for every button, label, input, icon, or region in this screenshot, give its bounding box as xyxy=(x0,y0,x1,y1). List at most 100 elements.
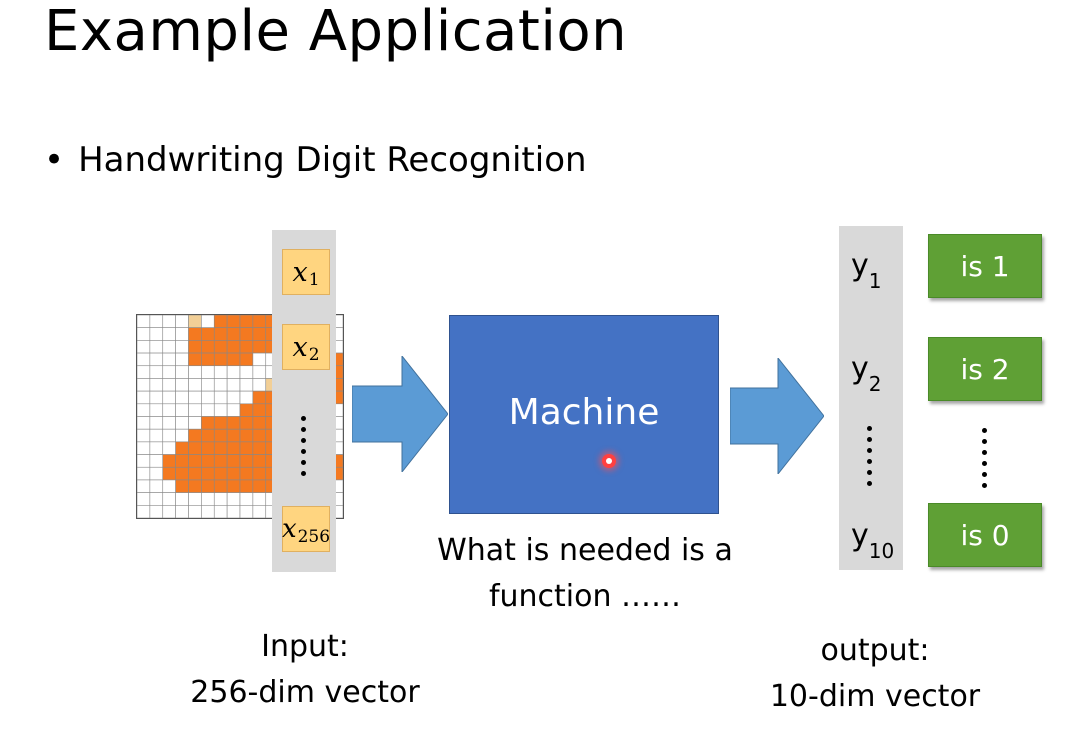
output-label-y2: y2 xyxy=(851,351,882,396)
input-vector-column: x1 x2 x 256 xyxy=(272,230,336,572)
pixel-cell xyxy=(137,428,151,443)
pixel-cell xyxy=(252,428,267,443)
pixel-cell xyxy=(137,505,151,518)
pixel-cell xyxy=(175,466,189,481)
pixel-cell xyxy=(213,327,228,341)
input-cell-x256: x 256 xyxy=(282,506,330,552)
machine-label: Machine xyxy=(508,392,660,433)
pixel-cell xyxy=(239,492,254,506)
pixel-cell xyxy=(213,403,228,417)
pixel-cell xyxy=(226,378,241,392)
pixel-cell xyxy=(239,403,254,417)
pixel-cell xyxy=(252,352,267,367)
pixel-cell xyxy=(252,492,267,506)
pixel-cell xyxy=(226,428,241,443)
pixel-cell xyxy=(252,340,267,354)
pixel-cell xyxy=(162,492,176,506)
pixel-cell xyxy=(226,365,241,379)
input-caption-line1: Input: xyxy=(261,629,349,664)
pixel-cell xyxy=(252,466,267,481)
pixel-cell xyxy=(188,327,202,341)
pixel-cell xyxy=(188,390,202,405)
input-var: x xyxy=(292,256,308,288)
pixel-cell xyxy=(137,365,151,379)
output-var: y xyxy=(851,248,869,283)
pixel-cell xyxy=(175,492,189,506)
pixel-cell xyxy=(162,378,176,392)
output-sub: 2 xyxy=(868,372,882,396)
pixel-cell xyxy=(188,340,202,354)
pixel-cell xyxy=(188,441,202,455)
pointer-cursor-icon xyxy=(602,454,616,468)
pixel-cell xyxy=(188,365,202,379)
output-vector-column: y1 y2 y10 xyxy=(839,226,903,570)
pixel-cell xyxy=(162,365,176,379)
pixel-cell xyxy=(239,505,254,518)
bullet-point: • Handwriting Digit Recognition xyxy=(44,136,587,184)
pixel-cell xyxy=(188,315,202,328)
machine-caption: What is needed is a function …… xyxy=(410,528,760,620)
pixel-cell xyxy=(201,454,215,468)
output-var: y xyxy=(851,351,869,386)
output-caption-line2: 10-dim vector xyxy=(769,679,981,714)
result-ellipsis xyxy=(982,428,988,494)
pixel-cell xyxy=(162,466,176,481)
pixel-cell xyxy=(175,454,189,468)
pixel-cell xyxy=(188,492,202,506)
input-var: x xyxy=(292,331,308,363)
pixel-cell xyxy=(188,352,202,367)
arrow-right-icon-output xyxy=(730,358,824,474)
pixel-cell xyxy=(239,441,254,455)
pixel-cell xyxy=(252,454,267,468)
pixel-cell xyxy=(149,505,164,518)
pixel-cell xyxy=(201,390,215,405)
pixel-cell xyxy=(252,327,267,341)
pixel-cell xyxy=(149,315,164,328)
pixel-cell xyxy=(201,479,215,493)
input-sub: 1 xyxy=(308,270,320,290)
pixel-cell xyxy=(226,505,241,518)
result-box-2: is 2 xyxy=(928,337,1042,401)
pixel-cell xyxy=(162,340,176,354)
input-var: x xyxy=(281,514,297,544)
pixel-cell xyxy=(201,505,215,518)
pixel-cell xyxy=(149,327,164,341)
pixel-cell xyxy=(201,365,215,379)
output-sub: 1 xyxy=(868,269,882,293)
output-sub: 10 xyxy=(868,539,895,563)
pixel-cell xyxy=(137,340,151,354)
pixel-cell xyxy=(252,505,267,518)
pixel-cell xyxy=(175,327,189,341)
pixel-cell xyxy=(201,466,215,481)
pixel-cell xyxy=(162,505,176,518)
pixel-cell xyxy=(226,315,241,328)
pixel-cell xyxy=(213,441,228,455)
pixel-cell xyxy=(201,416,215,430)
pixel-cell xyxy=(137,466,151,481)
input-cell-x2: x2 xyxy=(282,324,330,370)
pixel-cell xyxy=(149,365,164,379)
pixel-cell xyxy=(239,315,254,328)
pixel-cell xyxy=(239,327,254,341)
pixel-cell xyxy=(226,466,241,481)
pixel-cell xyxy=(175,441,189,455)
pixel-cell xyxy=(226,340,241,354)
pixel-cell xyxy=(201,327,215,341)
pixel-cell xyxy=(137,454,151,468)
pixel-cell xyxy=(213,505,228,518)
pixel-cell xyxy=(137,403,151,417)
pixel-cell xyxy=(252,441,267,455)
pixel-cell xyxy=(137,416,151,430)
result-box-0: is 0 xyxy=(928,503,1042,567)
input-sub: 256 xyxy=(297,527,331,547)
pixel-cell xyxy=(252,416,267,430)
pixel-cell xyxy=(201,352,215,367)
pixel-cell xyxy=(201,441,215,455)
pixel-cell xyxy=(175,428,189,443)
pixel-cell xyxy=(213,454,228,468)
pixel-cell xyxy=(175,416,189,430)
pixel-cell xyxy=(162,454,176,468)
pixel-cell xyxy=(175,390,189,405)
pixel-cell xyxy=(239,390,254,405)
output-caption: output: 10-dim vector xyxy=(730,628,1020,720)
